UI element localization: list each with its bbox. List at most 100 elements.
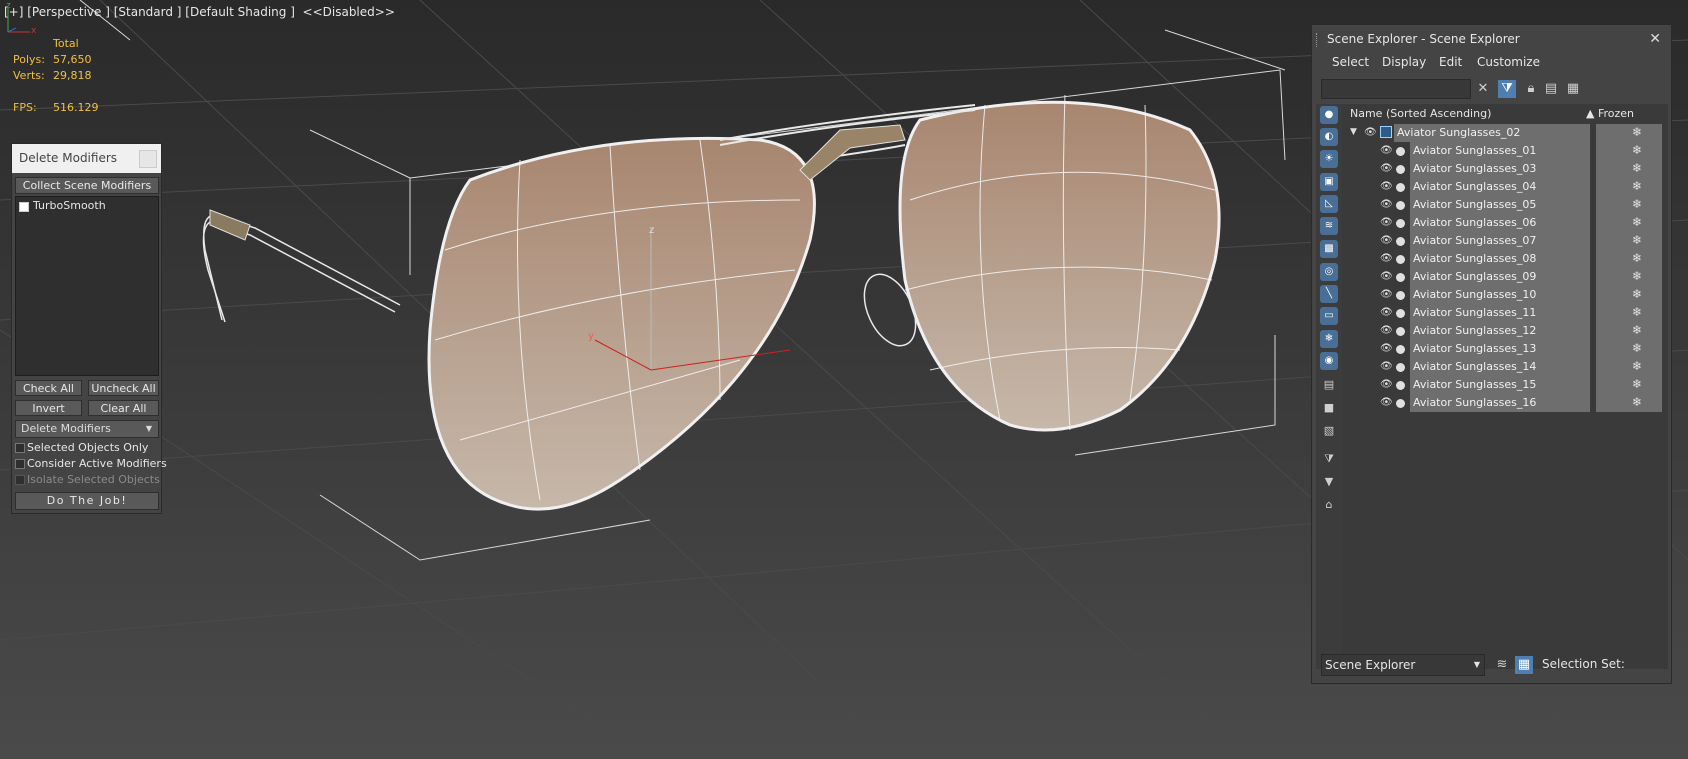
menu-select[interactable]: Select xyxy=(1332,55,1369,69)
parent-object-name[interactable]: Aviator Sunglasses_02 xyxy=(1397,126,1520,139)
visibility-eye-icon[interactable]: 👁︎ xyxy=(1380,397,1393,408)
object-name[interactable]: Aviator Sunglasses_07 xyxy=(1413,234,1536,247)
frozen-snowflake-icon[interactable]: ❄ xyxy=(1632,215,1642,229)
tree-row-parent[interactable]: ▼ 👁︎ Aviator Sunglasses_02 ❄ xyxy=(1342,124,1668,142)
frozen-snowflake-icon[interactable]: ❄ xyxy=(1632,179,1642,193)
object-name[interactable]: Aviator Sunglasses_01 xyxy=(1413,144,1536,157)
render-dot-icon[interactable] xyxy=(1396,345,1405,354)
visibility-eye-icon[interactable]: 👁︎ xyxy=(1380,253,1393,264)
invert-display-icon[interactable]: ▧ xyxy=(1320,422,1338,440)
collapse-arrow-icon[interactable]: ▼ xyxy=(1350,127,1357,137)
visibility-eye-icon[interactable]: 👁︎ xyxy=(1380,217,1393,228)
collect-scene-modifiers-button[interactable]: Collect Scene Modifiers xyxy=(15,177,159,194)
xrefs-filter-icon[interactable]: ◎ xyxy=(1320,263,1338,281)
explorer-mode-select[interactable]: Scene Explorer ▼ xyxy=(1321,654,1485,676)
render-dot-icon[interactable] xyxy=(1396,147,1405,156)
frozen-snowflake-icon[interactable]: ❄ xyxy=(1632,287,1642,301)
layers-tree-icon[interactable]: ▦ xyxy=(1564,80,1582,98)
tree-row[interactable]: 👁︎ Aviator Sunglasses_15 ❄ xyxy=(1342,376,1668,394)
object-name[interactable]: Aviator Sunglasses_05 xyxy=(1413,198,1536,211)
modifier-list[interactable]: TurboSmooth xyxy=(15,196,159,376)
visibility-eye-icon[interactable]: 👁︎ xyxy=(1380,145,1393,156)
tree-row[interactable]: 👁︎ Aviator Sunglasses_03 ❄ xyxy=(1342,160,1668,178)
search-filter-icon[interactable]: ⌂ xyxy=(1320,496,1338,514)
object-name[interactable]: Aviator Sunglasses_12 xyxy=(1413,324,1536,337)
column-frozen-header[interactable]: ▲ Frozen xyxy=(1586,107,1634,120)
filter-toggle-icon[interactable]: ⧩ xyxy=(1498,80,1516,98)
object-name[interactable]: Aviator Sunglasses_14 xyxy=(1413,360,1536,373)
render-dot-icon[interactable] xyxy=(1396,165,1405,174)
render-dot-icon[interactable] xyxy=(1396,201,1405,210)
consider-active-modifiers-checkbox[interactable] xyxy=(15,459,25,469)
tree-row[interactable]: 👁︎ Aviator Sunglasses_04 ❄ xyxy=(1342,178,1668,196)
geometry-filter-icon[interactable]: ● xyxy=(1320,106,1338,124)
render-dot-icon[interactable] xyxy=(1396,399,1405,408)
tree-row[interactable]: 👁︎ Aviator Sunglasses_14 ❄ xyxy=(1342,358,1668,376)
column-name-header[interactable]: Name (Sorted Ascending) xyxy=(1350,107,1491,120)
lock-icon[interactable]: 🔒︎ xyxy=(1522,80,1540,98)
groups-filter-icon[interactable]: ▩ xyxy=(1320,240,1338,258)
render-dot-icon[interactable] xyxy=(1396,273,1405,282)
tree-row[interactable]: 👁︎ Aviator Sunglasses_10 ❄ xyxy=(1342,286,1668,304)
visibility-eye-icon[interactable]: 👁︎ xyxy=(1380,325,1393,336)
object-name[interactable]: Aviator Sunglasses_15 xyxy=(1413,378,1536,391)
render-dot-icon[interactable] xyxy=(1396,291,1405,300)
display-all-icon[interactable]: ▤ xyxy=(1320,376,1338,394)
containers-filter-icon[interactable]: ▭ xyxy=(1320,307,1338,325)
uncheck-all-button[interactable]: Uncheck All xyxy=(88,380,159,396)
visibility-eye-icon[interactable]: 👁︎ xyxy=(1380,361,1393,372)
frozen-filter-icon[interactable]: ❄ xyxy=(1320,330,1338,348)
frozen-snowflake-icon[interactable]: ❄ xyxy=(1632,377,1642,391)
frozen-snowflake-icon[interactable]: ❄ xyxy=(1632,233,1642,247)
frozen-snowflake-icon[interactable]: ❄ xyxy=(1632,359,1642,373)
object-name[interactable]: Aviator Sunglasses_04 xyxy=(1413,180,1536,193)
visibility-eye-icon[interactable]: 👁︎ xyxy=(1380,379,1393,390)
frozen-snowflake-icon[interactable]: ❄ xyxy=(1632,251,1642,265)
frozen-snowflake-icon[interactable]: ❄ xyxy=(1632,269,1642,283)
search-input[interactable] xyxy=(1321,79,1471,99)
tree-row[interactable]: 👁︎ Aviator Sunglasses_09 ❄ xyxy=(1342,268,1668,286)
tree-row[interactable]: 👁︎ Aviator Sunglasses_13 ❄ xyxy=(1342,340,1668,358)
delete-mode-select[interactable]: Delete Modifiers ▼ xyxy=(15,420,159,438)
object-name[interactable]: Aviator Sunglasses_11 xyxy=(1413,306,1536,319)
bones-filter-icon[interactable]: ╲ xyxy=(1320,285,1338,303)
close-icon[interactable]: ✕ xyxy=(1649,25,1661,54)
selected-objects-only-checkbox[interactable] xyxy=(15,443,25,453)
frozen-snowflake-icon[interactable]: ❄ xyxy=(1632,341,1642,355)
tree-row[interactable]: 👁︎ Aviator Sunglasses_08 ❄ xyxy=(1342,250,1668,268)
filter-selected-icon[interactable]: ⧩ xyxy=(1320,450,1338,468)
menu-customize[interactable]: Customize xyxy=(1477,55,1540,69)
render-dot-icon[interactable] xyxy=(1396,219,1405,228)
lights-filter-icon[interactable]: ☀ xyxy=(1320,150,1338,168)
visibility-eye-icon[interactable]: 👁︎ xyxy=(1380,289,1393,300)
do-the-job-button[interactable]: Do The Job! xyxy=(15,492,159,510)
frozen-snowflake-icon[interactable]: ❄ xyxy=(1632,143,1642,157)
frozen-snowflake-icon[interactable]: ❄ xyxy=(1632,395,1642,409)
visibility-eye-icon[interactable]: 👁︎ xyxy=(1380,181,1393,192)
visibility-eye-icon[interactable]: 👁︎ xyxy=(1364,127,1377,138)
check-all-button[interactable]: Check All xyxy=(15,380,82,396)
cameras-filter-icon[interactable]: ▣ xyxy=(1320,173,1338,191)
menu-edit[interactable]: Edit xyxy=(1439,55,1462,69)
object-name[interactable]: Aviator Sunglasses_06 xyxy=(1413,216,1536,229)
layers-icon[interactable]: ≋ xyxy=(1493,656,1511,674)
render-dot-icon[interactable] xyxy=(1396,381,1405,390)
visibility-eye-icon[interactable]: 👁︎ xyxy=(1380,163,1393,174)
tree-row[interactable]: 👁︎ Aviator Sunglasses_07 ❄ xyxy=(1342,232,1668,250)
visibility-eye-icon[interactable]: 👁︎ xyxy=(1380,235,1393,246)
object-name[interactable]: Aviator Sunglasses_13 xyxy=(1413,342,1536,355)
spacewarps-filter-icon[interactable]: ≋ xyxy=(1320,217,1338,235)
menu-display[interactable]: Display xyxy=(1382,55,1426,69)
visibility-eye-icon[interactable]: 👁︎ xyxy=(1380,199,1393,210)
visibility-eye-icon[interactable]: 👁︎ xyxy=(1380,307,1393,318)
render-dot-icon[interactable] xyxy=(1396,237,1405,246)
clear-all-button[interactable]: Clear All xyxy=(88,400,159,416)
render-dot-icon[interactable] xyxy=(1396,255,1405,264)
drag-handle-icon[interactable] xyxy=(1316,33,1319,47)
shapes-filter-icon[interactable]: ◐ xyxy=(1320,128,1338,146)
tree-row[interactable]: 👁︎ Aviator Sunglasses_06 ❄ xyxy=(1342,214,1668,232)
tree-row[interactable]: 👁︎ Aviator Sunglasses_16 ❄ xyxy=(1342,394,1668,412)
object-name[interactable]: Aviator Sunglasses_16 xyxy=(1413,396,1536,409)
invert-button[interactable]: Invert xyxy=(15,400,82,416)
modifier-item-turbosmooth[interactable]: TurboSmooth xyxy=(33,199,106,212)
